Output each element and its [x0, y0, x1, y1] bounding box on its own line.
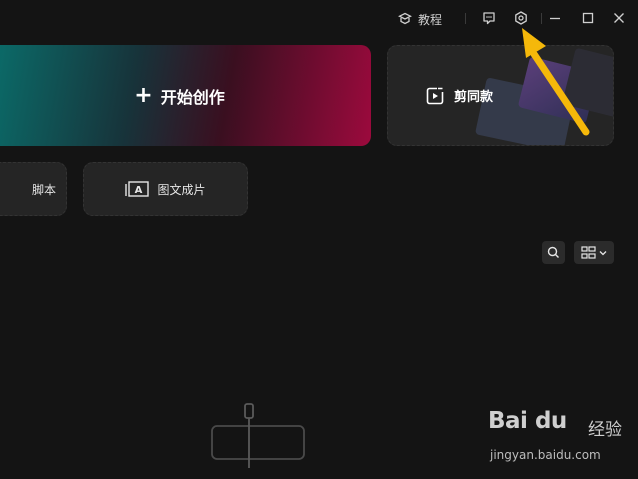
watermark: Bai du 经验 jingyan.baidu.com [488, 408, 628, 472]
divider [541, 13, 542, 24]
script-button[interactable]: 脚本 [0, 162, 67, 216]
arrow-icon [522, 28, 590, 136]
search-button[interactable] [542, 241, 565, 264]
maximize-icon [582, 12, 594, 24]
close-icon [614, 13, 624, 23]
close-button[interactable] [608, 7, 630, 29]
tutorial-icon [398, 12, 412, 25]
view-toggle-button[interactable] [574, 241, 614, 264]
same-style-label: 剪同款 [454, 90, 494, 105]
search-icon [547, 246, 559, 258]
minimize-icon [550, 17, 560, 20]
watermark-suffix: 经验 [588, 420, 622, 440]
settings-icon [515, 11, 527, 25]
start-create-button[interactable]: + 开始创作 [0, 45, 371, 146]
empty-draft-icon [211, 403, 305, 468]
divider [465, 13, 466, 24]
chevron-down-icon [599, 250, 607, 255]
watermark-url: jingyan.baidu.com [490, 448, 601, 462]
view-toggle-icon [581, 246, 596, 259]
svg-text:A: A [135, 185, 143, 196]
watermark-brand: Bai du [488, 408, 567, 434]
start-create-label: 开始创作 [160, 87, 225, 107]
feedback-icon [483, 12, 495, 25]
script-label: 脚本 [31, 182, 56, 197]
feedback-button[interactable] [478, 7, 500, 29]
plus-icon: + [134, 82, 153, 108]
same-style-content: 剪同款 [426, 86, 493, 105]
image-text-icon: A [125, 181, 150, 197]
image-text-label: 图文成片 [157, 182, 206, 197]
same-style-icon [426, 86, 444, 104]
tutorial-label: 教程 [418, 12, 443, 27]
image-text-button[interactable]: A 图文成片 [83, 162, 248, 216]
tutorial-button[interactable]: 教程 [398, 8, 442, 30]
